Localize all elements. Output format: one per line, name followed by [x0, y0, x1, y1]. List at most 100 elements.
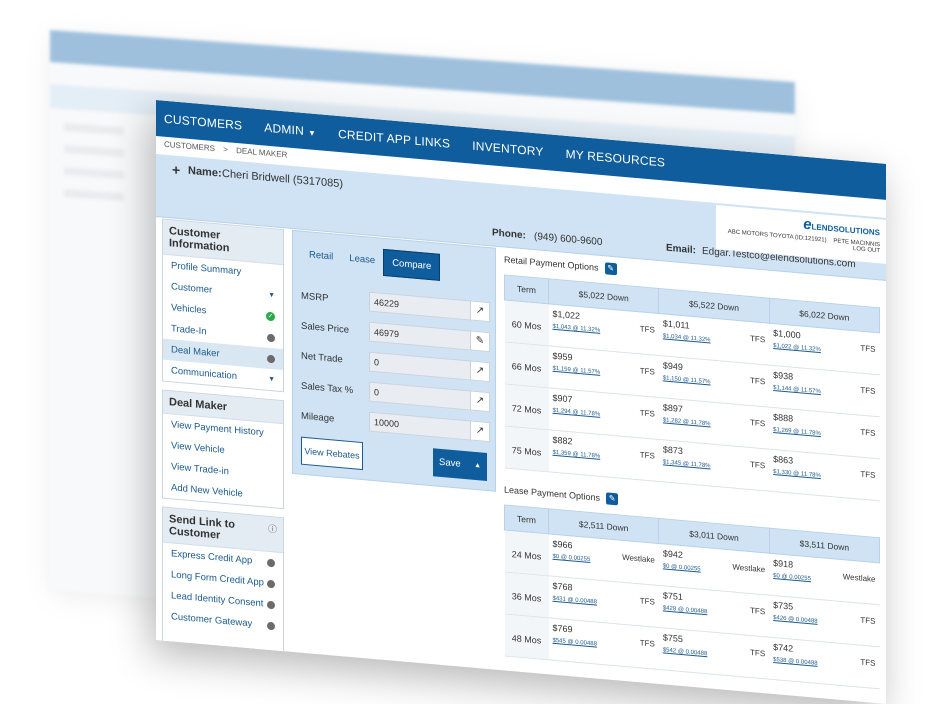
background-line — [64, 166, 124, 180]
term-cell: 75 Mos — [504, 425, 549, 472]
nav-my-resources[interactable]: MY RESOURCES — [566, 147, 666, 170]
lender-name: TFS — [750, 605, 766, 617]
deal-form-panel: Retail Lease Compare MSRP 46229 ↗ Sales Pr… — [292, 229, 496, 492]
term-cell: 36 Mos — [504, 571, 549, 618]
breadcrumb-separator: > — [223, 144, 228, 155]
status-dot-icon — [267, 558, 275, 567]
tab-retail[interactable]: Retail — [301, 242, 341, 273]
lender-name: TFS — [860, 385, 876, 396]
sales-tax-row: Sales Tax % 0 ↗ — [301, 376, 490, 413]
field-label: Mileage — [301, 410, 335, 425]
chevron-down-icon: ▼ — [268, 375, 275, 384]
tab-compare[interactable]: Compare — [383, 248, 441, 281]
lender-name: TFS — [860, 657, 876, 668]
check-circle-icon: ✓ — [266, 311, 275, 322]
lender-name: TFS — [860, 427, 876, 438]
lender-name: TFS — [750, 375, 766, 387]
sales-price-row: Sales Price 46979 ✎ — [301, 316, 490, 353]
sales-price-input[interactable]: 46979 — [369, 321, 471, 351]
lease-table: Term $2,511 Down $3,011 Down $3,511 Down… — [504, 504, 880, 689]
lender-name: TFS — [750, 647, 766, 659]
payment-cell[interactable]: $863 TFS $1,330 @ 11.78% — [769, 449, 880, 501]
term-header: Term — [504, 274, 549, 304]
term-cell: 24 Mos — [504, 529, 549, 576]
net-trade-input[interactable]: 0 — [369, 351, 471, 381]
plus-icon[interactable]: + — [172, 161, 180, 178]
payment-cell[interactable]: $769 TFS $545 @ 0.00488 — [548, 617, 659, 670]
lender-name: TFS — [750, 459, 766, 471]
field-label: Net Trade — [301, 350, 343, 365]
status-dot-icon — [267, 354, 275, 363]
external-link-icon[interactable]: ↗ — [471, 390, 490, 413]
nav-credit-app-links[interactable]: CREDIT APP LINKS — [338, 127, 450, 151]
payment-cell[interactable]: $882 TFS $1,359 @ 11.78% — [548, 429, 659, 482]
status-dot-icon — [267, 579, 275, 588]
lender-name: TFS — [639, 638, 655, 649]
lender-name: TFS — [639, 366, 655, 377]
status-dot-icon — [267, 600, 275, 609]
field-label: MSRP — [301, 290, 329, 304]
nav-admin[interactable]: ADMIN ▼ — [264, 120, 316, 139]
lender-name: TFS — [639, 408, 655, 419]
nav-admin-label: ADMIN — [264, 120, 304, 138]
background-line — [64, 188, 124, 202]
lender-name: TFS — [750, 417, 766, 429]
pencil-icon[interactable]: ✎ — [606, 492, 619, 506]
caret-up-icon[interactable]: ▲ — [474, 452, 481, 481]
net-trade-row: Net Trade 0 ↗ — [301, 346, 490, 383]
status-dot-icon — [267, 621, 275, 630]
lender-name: TFS — [860, 615, 876, 626]
email-label: Email: — [666, 242, 697, 257]
lender-name: TFS — [860, 469, 876, 480]
customer-phone: (949) 600-9600 — [534, 231, 603, 249]
external-link-icon[interactable]: ↗ — [471, 420, 490, 443]
msrp-row: MSRP 46229 ↗ — [301, 286, 490, 323]
payment-options: Retail Payment Options ✎ Term $5,022 Down… — [504, 248, 880, 689]
external-link-icon[interactable]: ↗ — [471, 300, 490, 323]
term-cell: 48 Mos — [504, 613, 549, 660]
edit-icon[interactable]: ✎ — [471, 330, 490, 353]
logout-link[interactable]: LOG OUT — [853, 246, 880, 254]
payment-cell[interactable]: $742 TFS $538 @ 0.00488 — [769, 637, 880, 689]
retail-table: Term $5,022 Down $5,522 Down $6,022 Down… — [504, 274, 880, 501]
send-lead-to-crm-link[interactable]: Send Lead to CRM — [163, 635, 283, 666]
background-line — [64, 144, 124, 158]
lender-name: TFS — [639, 450, 655, 461]
lender-name: TFS — [860, 343, 876, 354]
term-cell: 72 Mos — [504, 383, 549, 430]
lender-name: TFS — [639, 596, 655, 607]
mileage-row: Mileage 10000 ↗ — [301, 406, 490, 443]
lender-name: TFS — [639, 324, 655, 335]
customer-name: Cheri Bridwell (5317085) — [222, 167, 344, 191]
send-link-panel: Send Link to Customer ⓘ Express Credit Ap… — [162, 506, 284, 668]
payment-cell[interactable]: $755 TFS $542 @ 0.00488 — [658, 627, 770, 680]
nav-inventory[interactable]: INVENTORY — [472, 139, 543, 159]
status-dot-icon — [267, 333, 275, 342]
chevron-down-icon: ▼ — [268, 291, 275, 300]
background-line — [64, 122, 124, 136]
tab-lease[interactable]: Lease — [341, 245, 383, 276]
pencil-icon[interactable]: ✎ — [604, 262, 617, 276]
deal-maker-panel: Deal Maker View Payment History View Veh… — [162, 389, 284, 510]
breadcrumb-deal-maker: DEAL MAKER — [236, 146, 288, 160]
caret-down-icon: ▼ — [307, 128, 317, 139]
phone-label: Phone: — [492, 227, 526, 242]
sales-tax-input[interactable]: 0 — [369, 381, 471, 411]
payment-cell[interactable]: $873 TFS $1,345 @ 11.78% — [658, 439, 770, 492]
sidebar: Customer Information Profile Summary Cus… — [162, 218, 284, 676]
breadcrumb-customers[interactable]: CUSTOMERS — [164, 140, 215, 153]
info-icon[interactable]: ⓘ — [268, 522, 277, 547]
name-label: Name: — [188, 164, 222, 180]
view-rebates-button[interactable]: View Rebates — [301, 436, 363, 471]
nav-customers[interactable]: CUSTOMERS — [164, 112, 242, 133]
main-screen: CUSTOMERS ADMIN ▼ CREDIT APP LINKS INVENT… — [156, 100, 886, 704]
save-button[interactable]: Save ▲ — [433, 448, 487, 481]
term-cell: 66 Mos — [504, 341, 549, 388]
msrp-input[interactable]: 46229 — [369, 291, 471, 321]
field-label: Sales Tax % — [301, 380, 354, 396]
field-label: Sales Price — [301, 320, 350, 336]
customer-information-panel: Customer Information Profile Summary Cus… — [162, 218, 284, 393]
lender-name: TFS — [750, 333, 766, 345]
mileage-input[interactable]: 10000 — [369, 411, 471, 441]
external-link-icon[interactable]: ↗ — [471, 360, 490, 383]
